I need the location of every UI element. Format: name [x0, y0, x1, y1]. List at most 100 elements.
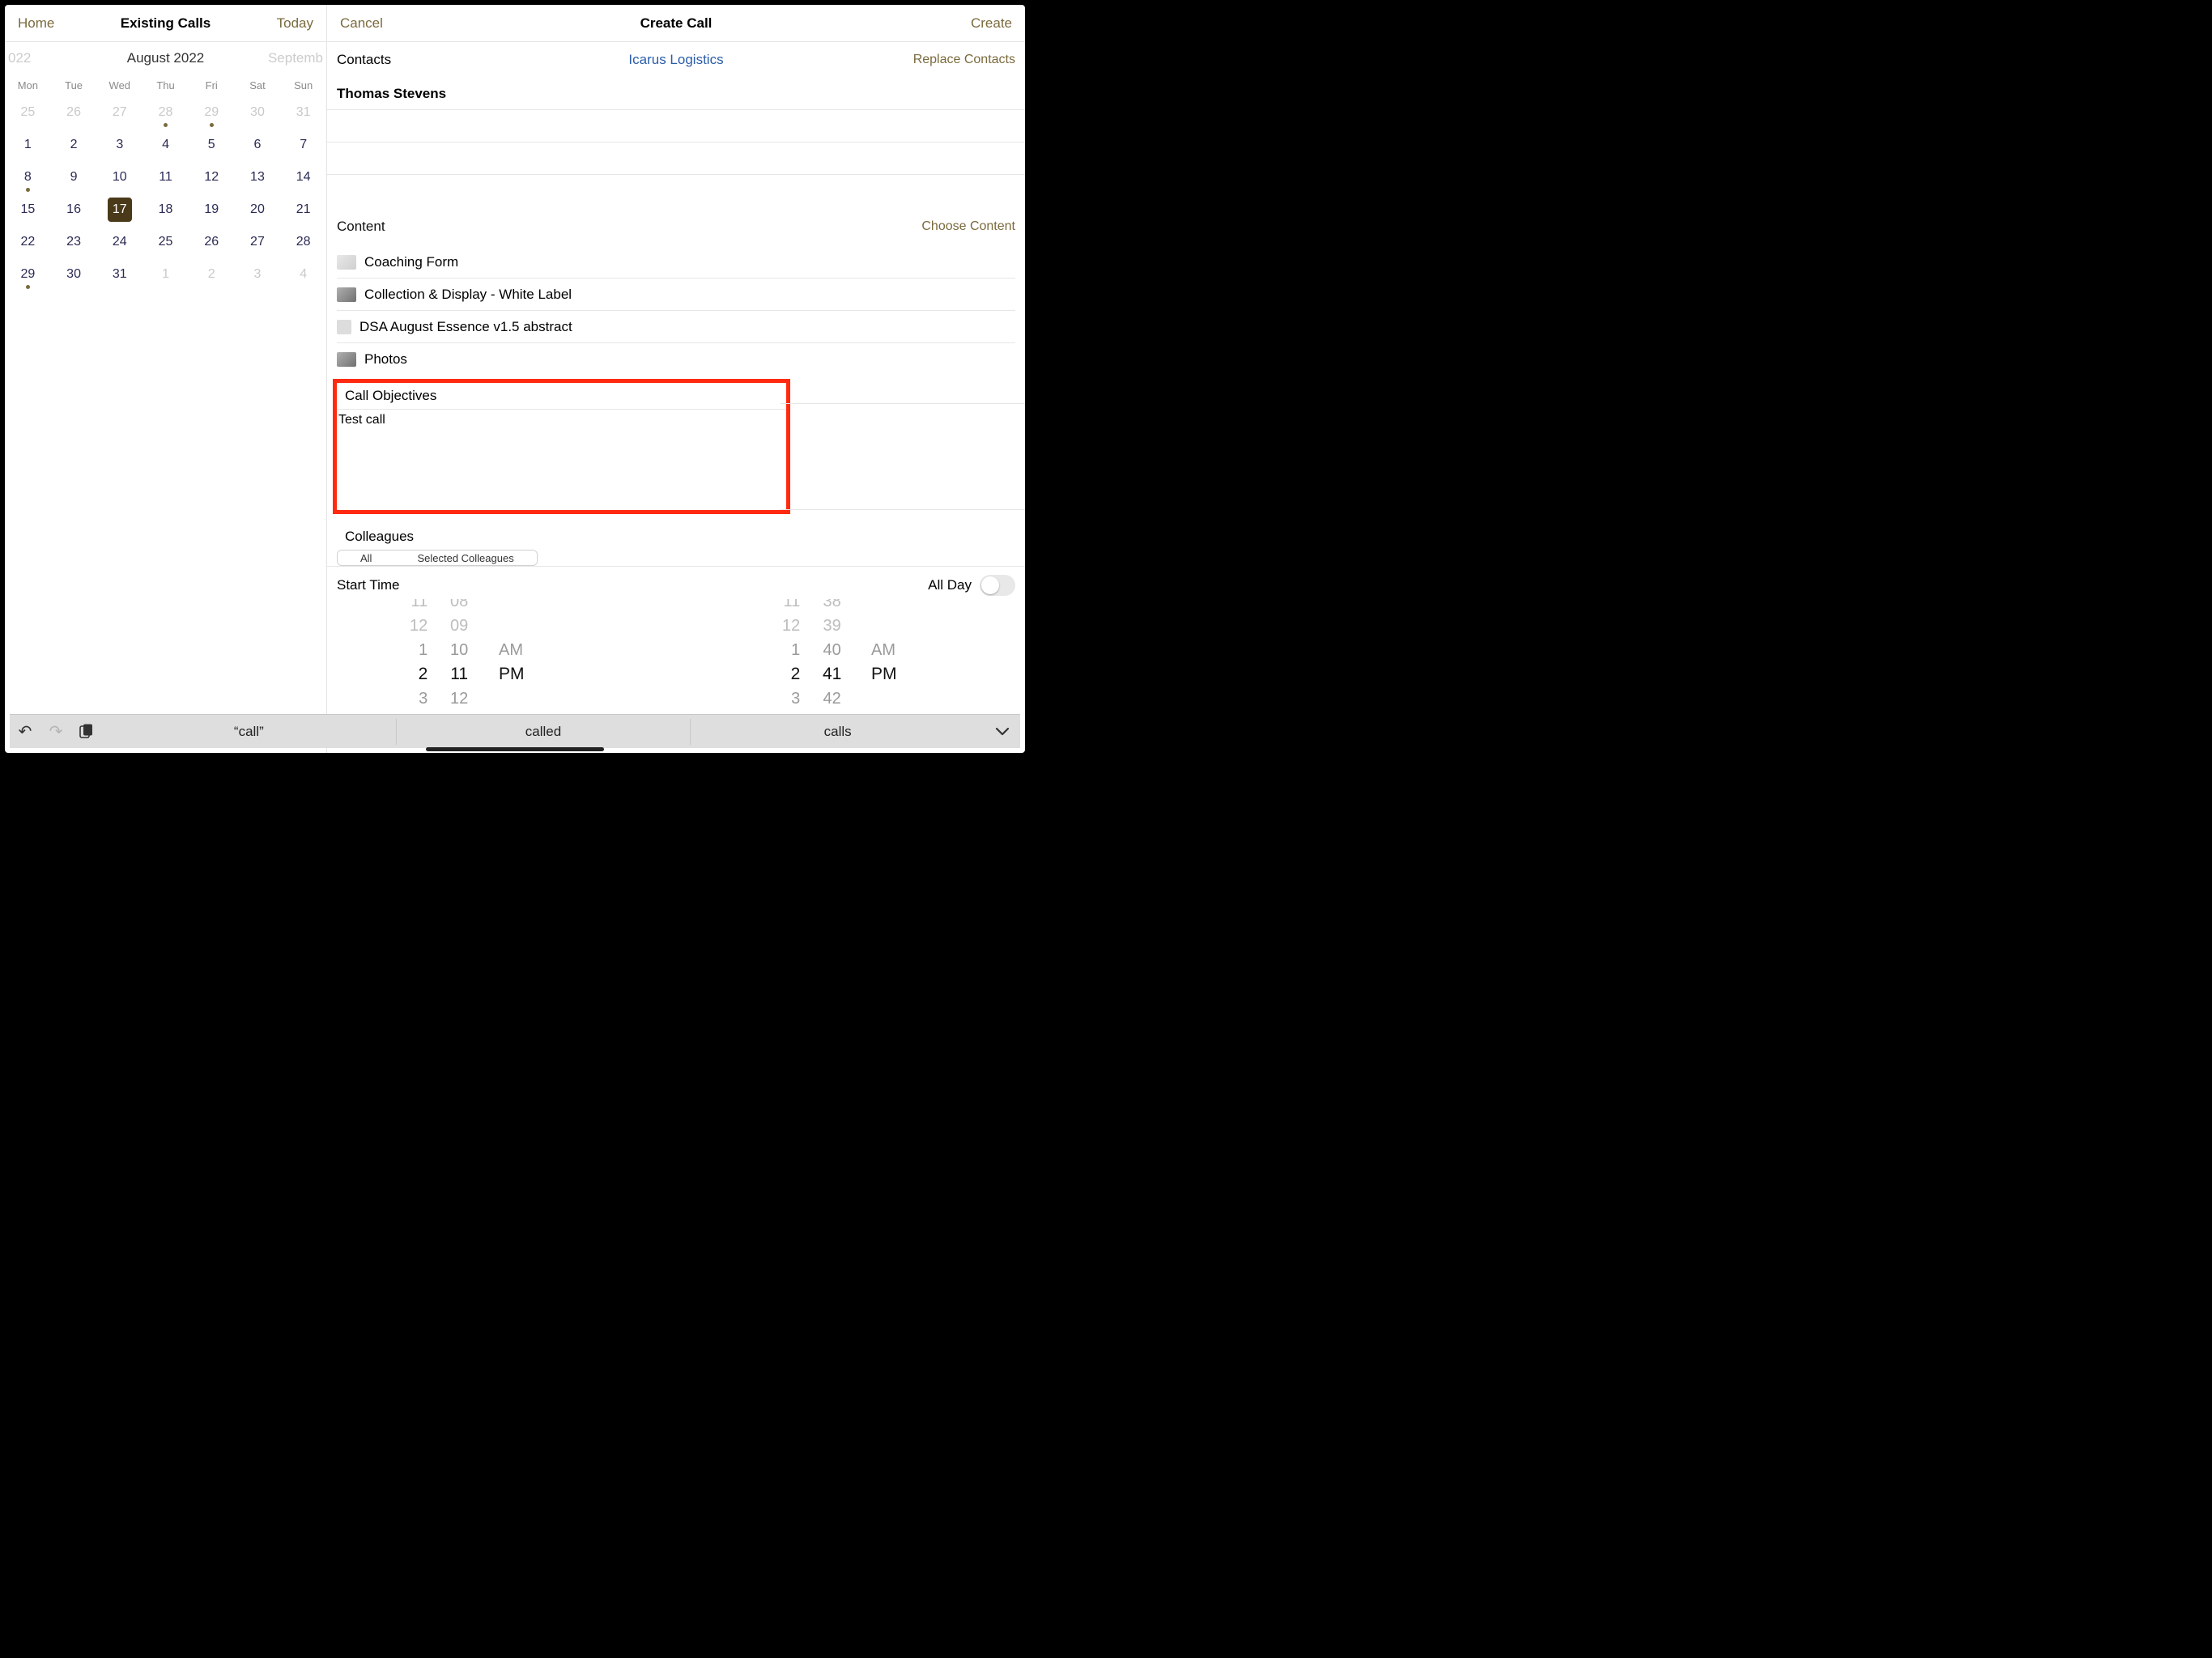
- clipboard-icon[interactable]: [71, 724, 102, 740]
- calendar-day-number: 31: [296, 105, 311, 120]
- today-button[interactable]: Today: [277, 15, 326, 32]
- picker-value: 08: [450, 599, 468, 614]
- calendar-day[interactable]: 3: [96, 129, 143, 161]
- calendar-day[interactable]: 7: [280, 129, 326, 161]
- calendar-day[interactable]: 2: [51, 129, 97, 161]
- calendar-grid: 2526272829303112345678910111213141516171…: [5, 96, 326, 291]
- calendar-day[interactable]: 24: [96, 226, 143, 258]
- calendar-day[interactable]: 19: [189, 193, 235, 226]
- content-item[interactable]: DSA August Essence v1.5 abstract: [337, 311, 1015, 343]
- picker-value: 11: [783, 599, 800, 614]
- calendar-day[interactable]: 1: [5, 129, 51, 161]
- colleagues-tab[interactable]: Selected Colleagues: [394, 551, 536, 565]
- calendar-day[interactable]: 17: [96, 193, 143, 226]
- calendar-day[interactable]: 18: [143, 193, 189, 226]
- content-item[interactable]: Coaching Form: [337, 246, 1015, 278]
- calendar-day-number: 1: [24, 138, 32, 152]
- picker-column[interactable]: AMPM: [871, 638, 897, 687]
- weekday-label: Mon: [5, 74, 51, 96]
- calendar-day-number: 27: [113, 105, 127, 120]
- calendar-day[interactable]: 26: [189, 226, 235, 258]
- objectives-textarea[interactable]: Test call: [337, 410, 786, 510]
- picker-column[interactable]: 080910111213: [450, 599, 468, 717]
- calendar-day[interactable]: 5: [189, 129, 235, 161]
- calendar-day[interactable]: 22: [5, 226, 51, 258]
- all-day-toggle[interactable]: [980, 575, 1015, 596]
- keyboard-suggestion[interactable]: called: [396, 719, 691, 745]
- start-time-picker[interactable]: 11121234 080910111213 AMPM: [337, 599, 596, 717]
- calendar-day-number: 23: [66, 235, 81, 249]
- calendar-day[interactable]: 15: [5, 193, 51, 226]
- next-month-label[interactable]: Septemb: [268, 50, 323, 66]
- calendar-day[interactable]: 25: [5, 96, 51, 129]
- contacts-heading: Contacts: [337, 52, 391, 68]
- calendar-day[interactable]: 11: [143, 161, 189, 193]
- picker-column[interactable]: 11121234: [410, 599, 428, 717]
- picker-column[interactable]: AMPM: [499, 638, 525, 687]
- calendar-day-number: 13: [250, 170, 265, 185]
- calendar-day[interactable]: 21: [280, 193, 326, 226]
- calendar-day[interactable]: 1: [143, 258, 189, 291]
- calendar-day[interactable]: 20: [235, 193, 281, 226]
- calendar-day[interactable]: 26: [51, 96, 97, 129]
- event-dot-icon: [26, 285, 30, 289]
- colleagues-section: Colleagues AllSelected Colleagues: [327, 514, 1025, 566]
- picker-value: 39: [823, 614, 841, 638]
- calendar-day[interactable]: 30: [51, 258, 97, 291]
- end-time-picker[interactable]: 11121234 383940414243 AMPM: [709, 599, 968, 717]
- calendar-day[interactable]: 30: [235, 96, 281, 129]
- choose-content-button[interactable]: Choose Content: [921, 219, 1015, 234]
- prev-month-label[interactable]: 022: [8, 50, 31, 66]
- colleagues-tab[interactable]: All: [338, 551, 394, 565]
- calendar-day[interactable]: 16: [51, 193, 97, 226]
- cancel-button[interactable]: Cancel: [327, 15, 383, 32]
- calendar-day[interactable]: 25: [143, 226, 189, 258]
- content-item[interactable]: Collection & Display - White Label: [337, 278, 1015, 311]
- calendar-day[interactable]: 31: [280, 96, 326, 129]
- picker-value: 38: [823, 599, 841, 614]
- picker-value: 3: [419, 687, 428, 711]
- calendar-day[interactable]: 3: [235, 258, 281, 291]
- calendar-day[interactable]: 27: [235, 226, 281, 258]
- create-button[interactable]: Create: [971, 15, 1025, 32]
- calendar-day[interactable]: 29: [189, 96, 235, 129]
- calendar-day[interactable]: 23: [51, 226, 97, 258]
- picker-value: 1: [419, 638, 428, 662]
- picker-column[interactable]: 383940414243: [823, 599, 841, 717]
- weekday-label: Tue: [51, 74, 97, 96]
- undo-icon[interactable]: ↶: [10, 721, 40, 742]
- company-link[interactable]: Icarus Logistics: [628, 52, 723, 68]
- objectives-highlight-box: Call Objectives Test call: [333, 379, 790, 514]
- keyboard-collapse-button[interactable]: [985, 727, 1020, 737]
- form-scroll[interactable]: Contacts Icarus Logistics Replace Contac…: [327, 42, 1025, 717]
- calendar-day[interactable]: 13: [235, 161, 281, 193]
- calendar-day[interactable]: 2: [189, 258, 235, 291]
- weekday-row: MonTueWedThuFriSatSun: [5, 74, 326, 96]
- picker-value: 10: [450, 638, 468, 662]
- calendar-day[interactable]: 28: [143, 96, 189, 129]
- calendar-day[interactable]: 12: [189, 161, 235, 193]
- content-thumbnail-icon: [337, 287, 356, 302]
- weekday-label: Wed: [96, 74, 143, 96]
- keyboard-suggestion[interactable]: calls: [690, 719, 985, 745]
- calendar-day[interactable]: 29: [5, 258, 51, 291]
- calendar-day[interactable]: 4: [143, 129, 189, 161]
- calendar-day[interactable]: 28: [280, 226, 326, 258]
- calendar-day[interactable]: 27: [96, 96, 143, 129]
- calendar-day[interactable]: 9: [51, 161, 97, 193]
- calendar-day[interactable]: 8: [5, 161, 51, 193]
- calendar-day[interactable]: 4: [280, 258, 326, 291]
- keyboard-suggestion[interactable]: “call”: [102, 719, 396, 745]
- weekday-label: Sun: [280, 74, 326, 96]
- left-title: Existing Calls: [121, 15, 211, 32]
- calendar-day[interactable]: 31: [96, 258, 143, 291]
- calendar-day[interactable]: 14: [280, 161, 326, 193]
- divider: [781, 403, 1025, 404]
- calendar-day-number: 29: [20, 267, 35, 282]
- calendar-day[interactable]: 6: [235, 129, 281, 161]
- content-item[interactable]: Photos: [337, 343, 1015, 376]
- calendar-day[interactable]: 10: [96, 161, 143, 193]
- picker-column[interactable]: 11121234: [782, 599, 800, 717]
- home-button[interactable]: Home: [5, 15, 54, 32]
- replace-contacts-button[interactable]: Replace Contacts: [913, 53, 1015, 67]
